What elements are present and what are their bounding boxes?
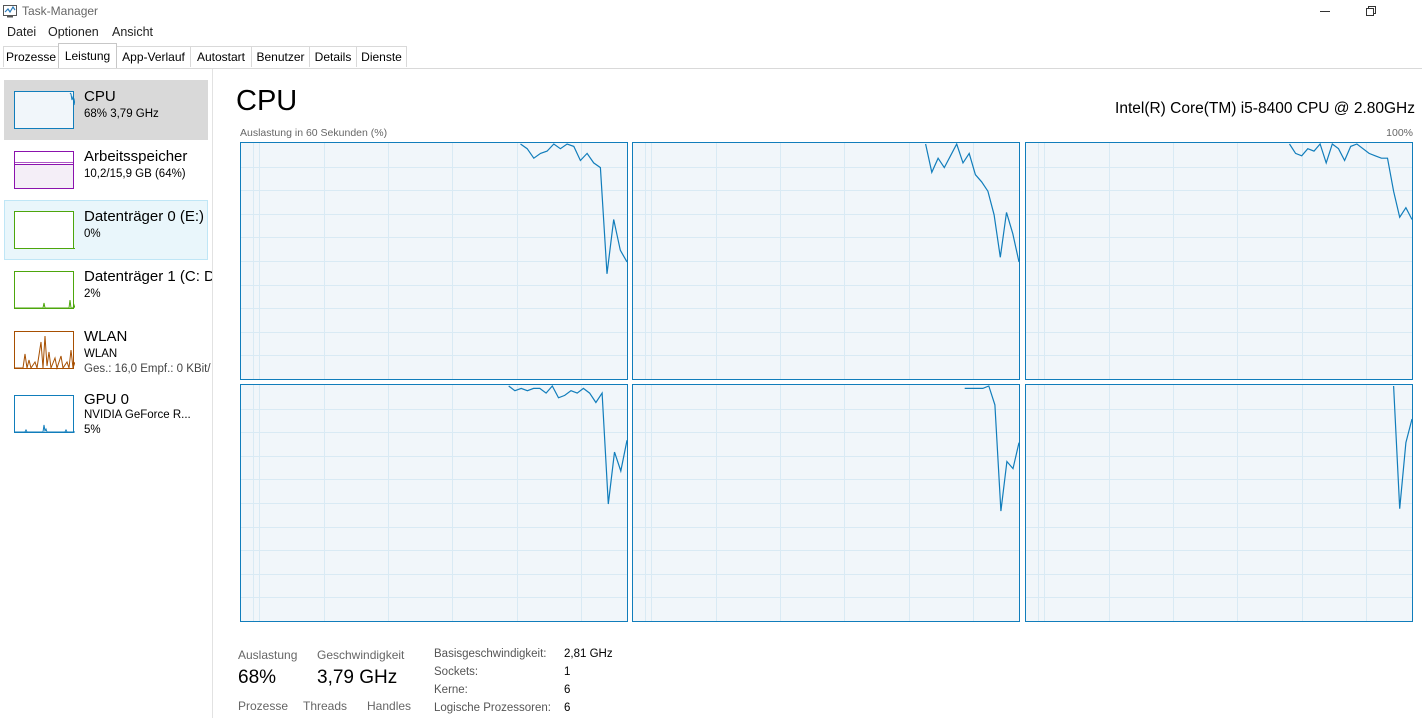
core-utilization-line [964,385,1019,512]
processes-label: Prozesse [238,699,289,713]
minimize-button[interactable] [1302,0,1348,24]
sidebar-item-value: 68% 3,79 GHz [84,108,159,120]
sidebar-item-gpu[interactable]: GPU 0 NVIDIA GeForce R... 5% [4,385,208,445]
sockets-value: 1 [564,666,571,678]
graph-grid [241,385,627,621]
base-speed-value: 2,81 GHz [564,648,613,660]
core-graph-4 [632,384,1020,622]
core-graph-svg [633,385,1019,621]
sidebar-item-detail: 5% [84,424,101,436]
cores-value: 6 [564,684,571,696]
core-graph-svg [1026,143,1412,379]
memory-thumbnail [14,151,74,189]
sidebar: CPU 68% 3,79 GHz Arbeitsspeicher 10,2/15… [0,69,213,718]
core-graph-3 [240,384,628,622]
graph-grid [633,143,1019,379]
core-graph-1 [632,142,1020,380]
handles-label: Handles [367,699,412,713]
sidebar-item-value: 2% [84,288,101,300]
graph-grid [241,143,627,379]
core-utilization-line [1288,143,1412,220]
logical-processors-label: Logische Prozessoren: [434,702,551,714]
gpu-thumbnail [14,395,75,433]
disk1-thumbnail [14,271,75,309]
menu-optionen[interactable]: Optionen [48,25,99,39]
tab-prozesse[interactable]: Prozesse [3,46,59,67]
base-speed-label: Basisgeschwindigkeit: [434,648,547,660]
sidebar-item-disk-0[interactable]: Datenträger 0 (E:) 0% [4,200,208,260]
sidebar-item-cpu[interactable]: CPU 68% 3,79 GHz [4,80,208,140]
core-graph-2 [1025,142,1413,380]
graph-caption: Auslastung in 60 Sekunden (%) [240,127,388,139]
disk0-thumbnail [14,211,75,249]
tab-dienste[interactable]: Dienste [356,46,407,67]
sidebar-item-value: 10,2/15,9 GB (64%) [84,168,186,180]
core-graph-svg [633,143,1019,379]
sidebar-item-detail: Ges.: 16,0 Empf.: 0 KBit/ [84,363,211,375]
sidebar-item-disk-1[interactable]: Datenträger 1 (C: D 2% [4,260,212,320]
core-graph-svg [241,385,627,621]
menu-bar: Datei Optionen Ansicht [0,24,400,42]
sockets-label: Sockets: [434,666,479,678]
graph-grid [1026,143,1412,379]
graph-max-label: 100% [1386,127,1413,139]
tab-autostart[interactable]: Autostart [190,46,252,67]
threads-label: Threads [303,699,348,713]
core-utilization-line [1393,385,1412,509]
restore-icon [1366,6,1376,16]
sidebar-item-title: WLAN [84,328,128,345]
speed-label: Geschwindigkeit [317,648,405,662]
core-graph-5 [1025,384,1413,622]
core-graph-svg [241,143,627,379]
sidebar-item-title: Arbeitsspeicher [84,148,188,165]
core-graph-0 [240,142,628,380]
sidebar-item-value: NVIDIA GeForce R... [84,409,191,421]
speed-value: 3,79 GHz [317,667,398,688]
utilization-value: 68% [238,667,277,688]
sidebar-item-memory[interactable]: Arbeitsspeicher 10,2/15,9 GB (64%) [4,140,208,200]
sidebar-item-value: WLAN [84,348,118,360]
sidebar-item-title: Datenträger 1 (C: D [84,268,213,285]
graph-grid [633,385,1019,621]
wlan-thumbnail [14,331,75,370]
window-title: Task-Manager [22,4,99,18]
menu-datei[interactable]: Datei [7,25,36,39]
tab-benutzer[interactable]: Benutzer [251,46,310,67]
page-title: CPU [236,85,298,117]
sidebar-item-value: 0% [84,228,101,240]
sidebar-item-title: Datenträger 0 (E:) [84,208,205,225]
tab-details[interactable]: Details [309,46,357,67]
core-graph-svg [1026,385,1412,621]
cpu-thumbnail [14,91,75,129]
core-utilization-line [925,143,1019,263]
tab-app-verlauf[interactable]: App-Verlauf [116,46,191,67]
title-bar: Task-Manager [0,0,1422,24]
tab-leistung[interactable]: Leistung [58,43,117,68]
core-utilization-line [520,143,627,274]
sidebar-item-title: GPU 0 [84,391,130,408]
graph-grid [1026,385,1412,621]
minimize-icon [1320,11,1330,12]
sidebar-item-wlan[interactable]: WLAN WLAN Ges.: 16,0 Empf.: 0 KBit/ [4,320,211,380]
utilization-label: Auslastung [238,648,298,662]
cpu-model: Intel(R) Core(TM) i5-8400 CPU @ 2.80GHz [1115,100,1415,117]
restore-button[interactable] [1348,0,1394,24]
tab-bar: Prozesse Leistung App-Verlauf Autostart … [0,43,1422,69]
menu-ansicht[interactable]: Ansicht [112,25,153,39]
cores-label: Kerne: [434,684,468,696]
sidebar-item-title: CPU [84,88,116,105]
task-manager-icon [3,5,17,18]
logical-processors-value: 6 [564,702,571,714]
core-utilization-line [508,385,627,505]
